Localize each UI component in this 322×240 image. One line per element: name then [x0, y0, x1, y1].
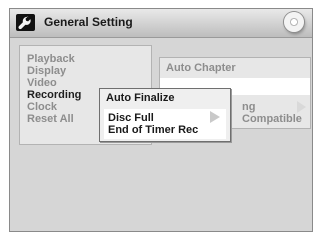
settings-screen: General Setting Playback Display Video R…: [9, 8, 313, 232]
submenu-item-auto-chapter[interactable]: Auto Chapter: [166, 62, 236, 74]
title-bar: General Setting: [10, 9, 312, 38]
menu-item-display[interactable]: Display: [27, 65, 66, 77]
menu-item-reset-all[interactable]: Reset All: [27, 113, 74, 125]
popup-options-list: Disc Full End of Timer Rec: [104, 109, 226, 139]
auto-finalize-popup: Auto Finalize Disc Full End of Timer Rec: [99, 88, 231, 142]
menu-item-playback[interactable]: Playback: [27, 53, 75, 65]
menu-item-video[interactable]: Video: [27, 77, 57, 89]
disc-icon: [284, 12, 304, 32]
menu-item-recording[interactable]: Recording: [27, 89, 81, 101]
option-end-of-timer-rec[interactable]: End of Timer Rec: [108, 124, 198, 136]
wrench-icon: [16, 14, 35, 31]
submenu-item-compatible[interactable]: ng Compatible: [242, 101, 310, 125]
popup-title: Auto Finalize: [106, 92, 175, 104]
menu-item-clock[interactable]: Clock: [27, 101, 57, 113]
page-title: General Setting: [44, 15, 133, 29]
arrow-right-icon: [210, 111, 220, 123]
option-disc-full[interactable]: Disc Full: [108, 112, 154, 124]
